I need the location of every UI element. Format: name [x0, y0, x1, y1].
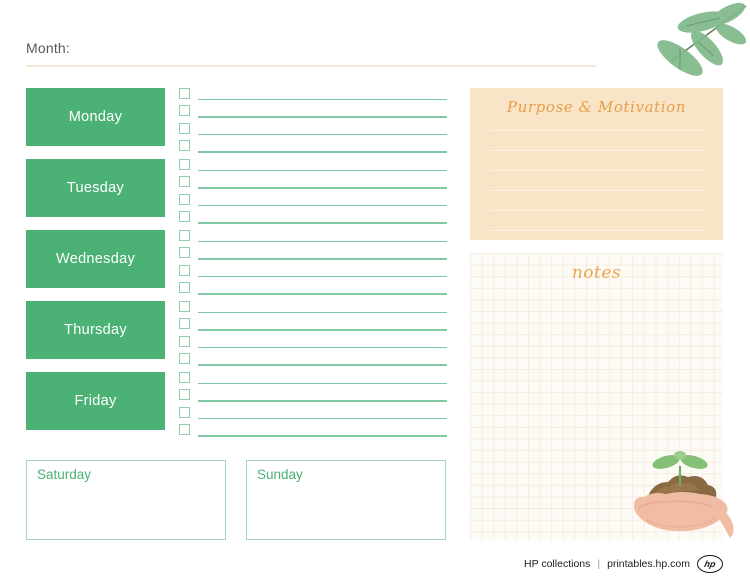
- task-write-line[interactable]: [198, 275, 447, 278]
- purpose-write-line[interactable]: [490, 130, 703, 132]
- checkbox[interactable]: [179, 159, 190, 170]
- footer-url[interactable]: printables.hp.com: [607, 558, 690, 570]
- task-write-line[interactable]: [198, 435, 447, 437]
- weekend-box-saturday[interactable]: Saturday: [26, 460, 226, 540]
- purpose-motivation-panel[interactable]: Purpose & Motivation: [470, 88, 723, 240]
- task-write-line[interactable]: [198, 364, 447, 366]
- day-label-tuesday: Tuesday: [66, 180, 125, 196]
- day-block-monday[interactable]: Monday: [26, 88, 165, 146]
- checkbox[interactable]: [179, 264, 190, 276]
- checkbox[interactable]: [179, 282, 190, 294]
- checkbox[interactable]: [179, 353, 190, 365]
- task-write-line[interactable]: [198, 293, 447, 295]
- checkbox[interactable]: [179, 335, 190, 347]
- task-write-line[interactable]: [198, 133, 447, 136]
- checkbox[interactable]: [179, 247, 190, 259]
- day-label-thursday: Thursday: [64, 322, 127, 338]
- footer-divider: |: [597, 558, 601, 570]
- hp-logo-icon: [697, 555, 723, 573]
- day-label-wednesday: Wednesday: [55, 251, 135, 267]
- checkbox[interactable]: [179, 230, 190, 241]
- month-label: Month:: [26, 40, 70, 56]
- purpose-write-line[interactable]: [490, 150, 703, 152]
- footer-brand: HP collections: [524, 558, 591, 570]
- task-write-line[interactable]: [198, 151, 447, 153]
- footer: HP collections | printables.hp.com: [524, 555, 723, 573]
- day-block-thursday[interactable]: Thursday: [26, 301, 165, 359]
- task-write-line[interactable]: [198, 346, 447, 349]
- task-write-line[interactable]: [198, 116, 447, 118]
- task-write-line[interactable]: [198, 241, 447, 243]
- task-write-line[interactable]: [198, 400, 447, 402]
- task-write-line[interactable]: [198, 204, 447, 207]
- leaf-branch-illustration: [657, 2, 747, 76]
- task-write-line[interactable]: [198, 329, 447, 331]
- checkbox[interactable]: [179, 211, 190, 223]
- weekend-box-sunday[interactable]: Sunday: [246, 460, 446, 540]
- task-write-line[interactable]: [198, 383, 447, 385]
- task-write-line[interactable]: [198, 187, 447, 189]
- checkbox[interactable]: [179, 301, 190, 312]
- day-label-friday: Friday: [74, 393, 117, 409]
- task-write-line[interactable]: [198, 312, 447, 314]
- checkbox[interactable]: [179, 406, 190, 418]
- purpose-motivation-title: Purpose & Motivation: [506, 98, 687, 116]
- checkbox[interactable]: [179, 424, 190, 436]
- planner-page: Month: Monday Tuesday Wednesday Thursday Fri…: [0, 0, 750, 577]
- day-block-tuesday[interactable]: Tuesday: [26, 159, 165, 217]
- day-block-wednesday[interactable]: Wednesday: [26, 230, 165, 288]
- checkbox[interactable]: [179, 122, 190, 134]
- checkbox[interactable]: [179, 193, 190, 205]
- checkbox[interactable]: [179, 88, 190, 99]
- notes-title: notes: [571, 263, 622, 283]
- task-write-line[interactable]: [198, 99, 447, 101]
- day-label-monday: Monday: [68, 109, 123, 125]
- checkbox[interactable]: [179, 389, 190, 401]
- weekend-label-sunday: Sunday: [257, 467, 303, 482]
- purpose-write-line[interactable]: [490, 230, 703, 232]
- task-write-line[interactable]: [198, 417, 447, 420]
- purpose-write-line[interactable]: [490, 210, 703, 212]
- day-block-friday[interactable]: Friday: [26, 372, 165, 430]
- checkbox[interactable]: [179, 372, 190, 383]
- task-write-line[interactable]: [198, 170, 447, 172]
- task-write-line[interactable]: [198, 222, 447, 224]
- purpose-write-line[interactable]: [490, 170, 703, 172]
- checkbox[interactable]: [179, 140, 190, 152]
- purpose-write-line[interactable]: [490, 190, 703, 192]
- month-input-rule[interactable]: [26, 65, 596, 67]
- hand-holding-seedling-illustration: [634, 451, 734, 538]
- task-write-line[interactable]: [198, 258, 447, 260]
- checkbox[interactable]: [179, 105, 190, 117]
- weekend-label-saturday: Saturday: [37, 467, 92, 482]
- checkbox[interactable]: [179, 176, 190, 188]
- checkbox[interactable]: [179, 318, 190, 330]
